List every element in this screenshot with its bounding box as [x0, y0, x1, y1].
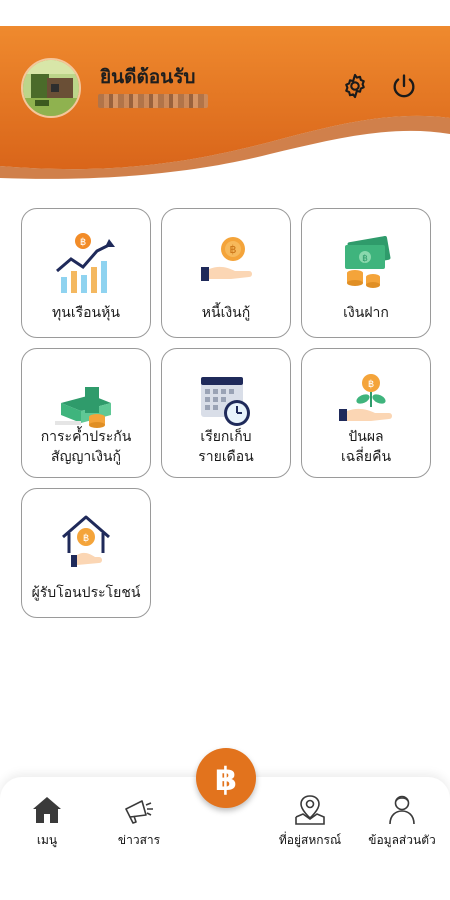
beneficiary-house-icon: ฿: [62, 515, 110, 567]
gear-icon: [345, 73, 365, 99]
menu-label: การะค้ำประกัน สัญญาเงินกู้: [40, 429, 132, 465]
baht-center-button[interactable]: ฿: [196, 748, 256, 808]
menu-loan-debt[interactable]: ฿ หนี้เงินกู้: [161, 208, 291, 338]
status-bar: [0, 0, 450, 26]
welcome-text: ยินดีต้อนรับ: [100, 66, 196, 88]
svg-text:฿: ฿: [215, 760, 237, 798]
avatar[interactable]: [21, 58, 81, 118]
logout-button[interactable]: [388, 70, 420, 102]
baht-icon: ฿: [215, 760, 237, 798]
menu-label: เรียกเก็บ รายเดือน: [198, 429, 254, 465]
menu-label: ปันผล เฉลี่ยคืน: [340, 429, 392, 465]
menu-loan-guarantee[interactable]: การะค้ำประกัน สัญญาเงินกู้: [21, 348, 151, 478]
map-pin-icon: [295, 795, 325, 825]
menu-share-capital[interactable]: ฿ ทุนเรือนหุ้น: [21, 208, 151, 338]
menu-beneficiary[interactable]: ฿ ผู้รับโอนประโยชน์: [21, 488, 151, 618]
share-capital-chart-icon: ฿: [56, 233, 115, 293]
loan-coin-hand-icon: ฿: [201, 237, 252, 281]
username-redacted: [98, 94, 208, 108]
nav-item-coop-address[interactable]: ที่อยู่สหกรณ์: [265, 789, 355, 849]
person-icon: [389, 795, 415, 825]
megaphone-icon: [125, 800, 153, 824]
settings-button[interactable]: [339, 70, 371, 102]
menu-dividend[interactable]: ฿ ปันผล เฉลี่ยคืน: [301, 348, 431, 478]
menu-deposit[interactable]: ฿ เงินฝาก: [301, 208, 431, 338]
nav-item-menu[interactable]: เมนู: [2, 789, 92, 849]
svg-text:฿: ฿: [80, 237, 86, 248]
menu-label: เงินฝาก: [343, 305, 389, 321]
menu-monthly-billing[interactable]: เรียกเก็บ รายเดือน: [161, 348, 291, 478]
svg-text:฿: ฿: [230, 243, 237, 256]
header: ยินดีต้อนรับ: [0, 26, 450, 186]
nav-item-news[interactable]: ข่าวสาร: [94, 789, 184, 849]
svg-text:฿: ฿: [368, 379, 374, 390]
menu-label: หนี้เงินกู้: [201, 305, 251, 321]
menu-label: ผู้รับโอนประโยชน์: [31, 585, 141, 601]
nav-item-profile[interactable]: ข้อมูลส่วนตัว: [357, 789, 447, 849]
svg-text:฿: ฿: [83, 533, 89, 544]
svg-text:฿: ฿: [362, 254, 368, 264]
home-icon: [33, 797, 61, 823]
deposit-money-icon: ฿: [345, 236, 391, 288]
power-icon: [393, 74, 415, 98]
menu-label: ทุนเรือนหุ้น: [52, 305, 120, 321]
